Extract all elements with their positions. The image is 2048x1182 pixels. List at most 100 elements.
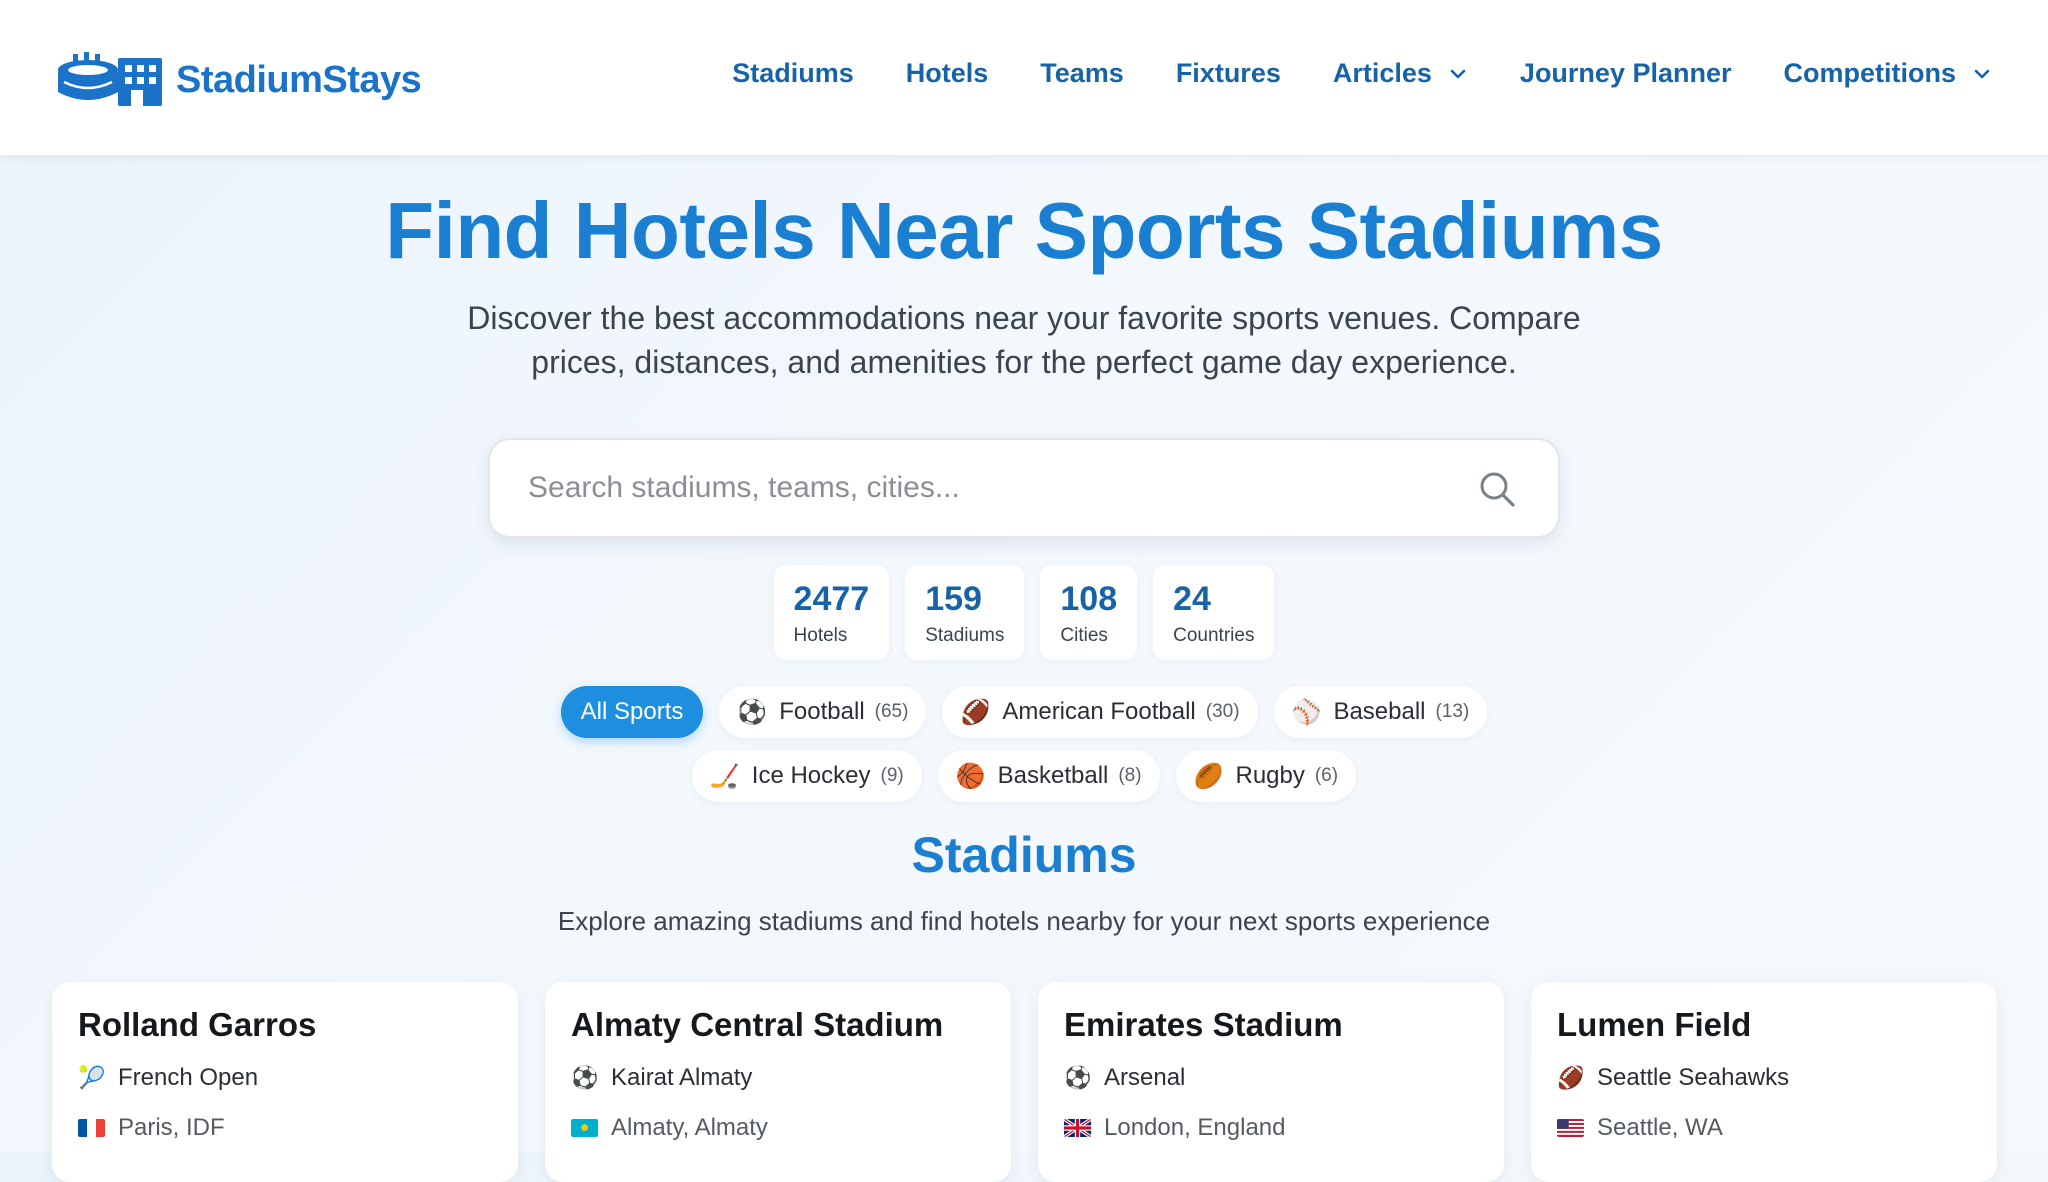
stadium-location: Seattle, WA (1597, 1114, 1723, 1141)
nav-label: Stadiums (732, 58, 854, 88)
baseball-icon: ⚾ (1291, 698, 1322, 726)
football-icon: ⚽ (737, 698, 768, 726)
stat-value: 108 (1060, 580, 1118, 618)
ice-hockey-icon: 🏒 (709, 762, 740, 790)
chip-label: American Football (1002, 698, 1196, 725)
france-flag-icon (78, 1119, 105, 1137)
section-title: Stadiums (911, 827, 1137, 883)
chip-label: Baseball (1333, 698, 1426, 725)
football-icon: ⚽ (1064, 1065, 1092, 1091)
stadium-name: Almaty Central Stadium (571, 1006, 944, 1043)
stat-value: 24 (1173, 580, 1211, 618)
stadium-card[interactable]: Emirates Stadium ⚽ Arsenal London, Engla… (1038, 982, 1504, 1182)
usa-flag-icon (1557, 1119, 1584, 1137)
chevron-down-icon (1450, 69, 1466, 78)
stadium-location: London, England (1104, 1114, 1286, 1141)
nav-label: Fixtures (1175, 58, 1281, 88)
chip-count: (9) (880, 765, 904, 786)
stat-label: Cities (1060, 625, 1108, 646)
nav-label: Hotels (905, 58, 989, 88)
sport-filter-row: 🏒 Ice Hockey (9) 🏀 Basketball (8) 🏉 Rugb… (0, 750, 2048, 802)
american-football-icon: 🏈 (1557, 1065, 1585, 1091)
tennis-icon: 🎾 (78, 1065, 106, 1091)
search-input[interactable] (528, 440, 1468, 536)
hero-subtitle: Discover the best accommodations near yo… (467, 300, 1581, 380)
filter-american-football[interactable]: 🏈 American Football (30) (942, 686, 1258, 738)
american-football-icon: 🏈 (960, 698, 991, 726)
nav-articles-dropdown[interactable]: Articles (1333, 58, 1468, 89)
stadium-team-line: 🎾 French Open (78, 1064, 492, 1092)
stadium-team: Arsenal (1104, 1064, 1186, 1091)
stadium-location-line: Almaty, Almaty (571, 1114, 985, 1142)
nav-fixtures[interactable]: Fixtures (1176, 58, 1281, 89)
filter-football[interactable]: ⚽ Football (65) (719, 686, 927, 738)
stadium-card-grid: Rolland Garros 🎾 French Open Paris, IDF … (52, 982, 2024, 1182)
filter-all-sports[interactable]: All Sports (560, 686, 704, 738)
basketball-icon: 🏀 (955, 762, 986, 790)
stat-label: Stadiums (925, 625, 1005, 646)
stats-row: 2477 Hotels 159 Stadiums 108 Cities 24 C… (0, 565, 2048, 660)
brand-name: StadiumStays (176, 58, 422, 101)
nav-hotels[interactable]: Hotels (906, 58, 989, 89)
chevron-down-icon (1974, 69, 1990, 78)
logo[interactable]: StadiumStays (56, 52, 422, 108)
stat-cities: 108 Cities (1040, 565, 1138, 660)
nav-label: Journey Planner (1519, 58, 1732, 88)
stadium-location: Almaty, Almaty (611, 1114, 768, 1141)
stadium-location: Paris, IDF (118, 1114, 225, 1141)
stadium-name: Rolland Garros (78, 1006, 317, 1043)
stat-stadiums: 159 Stadiums (905, 565, 1025, 660)
search-icon[interactable] (1478, 470, 1516, 508)
chip-label: All Sports (580, 698, 684, 725)
chip-count: (8) (1118, 765, 1142, 786)
stadium-team-line: 🏈 Seattle Seahawks (1557, 1064, 1971, 1092)
nav-teams[interactable]: Teams (1040, 58, 1124, 89)
stadium-card[interactable]: Almaty Central Stadium ⚽ Kairat Almaty A… (545, 982, 1011, 1182)
chip-count: (13) (1435, 701, 1470, 722)
football-icon: ⚽ (571, 1065, 599, 1091)
chip-count: (65) (874, 701, 909, 722)
stat-countries: 24 Countries (1153, 565, 1275, 660)
kazakhstan-flag-icon (571, 1119, 598, 1137)
site-header: StadiumStays Stadiums Hotels Teams Fixtu… (0, 0, 2048, 155)
stadium-card[interactable]: Rolland Garros 🎾 French Open Paris, IDF (52, 982, 518, 1182)
stat-label: Countries (1173, 625, 1255, 646)
filter-baseball[interactable]: ⚾ Baseball (13) (1273, 686, 1488, 738)
stadium-logo-icon (58, 52, 162, 106)
stadium-team-line: ⚽ Arsenal (1064, 1064, 1478, 1092)
stadium-team: Seattle Seahawks (1597, 1064, 1790, 1091)
stadium-team-line: ⚽ Kairat Almaty (571, 1064, 985, 1092)
stadium-location-line: Paris, IDF (78, 1114, 492, 1142)
nav-label: Teams (1040, 58, 1124, 88)
nav-label: Articles (1332, 58, 1432, 88)
chip-label: Ice Hockey (751, 762, 871, 789)
main-nav: Stadiums Hotels Teams Fixtures Articles … (680, 58, 1992, 89)
chip-label: Rugby (1235, 762, 1305, 789)
stat-hotels: 2477 Hotels (773, 565, 890, 660)
chip-label: Basketball (997, 762, 1109, 789)
stadium-name: Lumen Field (1557, 1006, 1752, 1043)
uk-flag-icon (1064, 1119, 1091, 1137)
search-bar (488, 438, 1560, 538)
sport-filter-row: All Sports ⚽ Football (65) 🏈 American Fo… (0, 686, 2048, 738)
stadium-location-line: London, England (1064, 1114, 1478, 1142)
stat-label: Hotels (793, 625, 848, 646)
filter-ice-hockey[interactable]: 🏒 Ice Hockey (9) (691, 750, 922, 802)
nav-stadiums[interactable]: Stadiums (732, 58, 854, 89)
nav-journey-planner[interactable]: Journey Planner (1520, 58, 1732, 89)
rugby-icon: 🏉 (1193, 762, 1224, 790)
chip-count: (30) (1205, 701, 1240, 722)
filter-basketball[interactable]: 🏀 Basketball (8) (937, 750, 1160, 802)
chip-count: (6) (1314, 765, 1339, 786)
nav-label: Competitions (1783, 58, 1957, 88)
stat-value: 2477 (793, 580, 870, 618)
hero-title: Find Hotels Near Sports Stadiums (385, 186, 1663, 275)
stadium-team: French Open (118, 1064, 259, 1091)
stadium-name: Emirates Stadium (1064, 1006, 1343, 1043)
section-subtitle: Explore amazing stadiums and find hotels… (557, 906, 1491, 936)
stadium-card[interactable]: Lumen Field 🏈 Seattle Seahawks Seattle, … (1531, 982, 1997, 1182)
stat-value: 159 (925, 580, 982, 618)
filter-rugby[interactable]: 🏉 Rugby (6) (1175, 750, 1357, 802)
stadium-team: Kairat Almaty (611, 1064, 753, 1091)
nav-competitions-dropdown[interactable]: Competitions (1784, 58, 1993, 89)
